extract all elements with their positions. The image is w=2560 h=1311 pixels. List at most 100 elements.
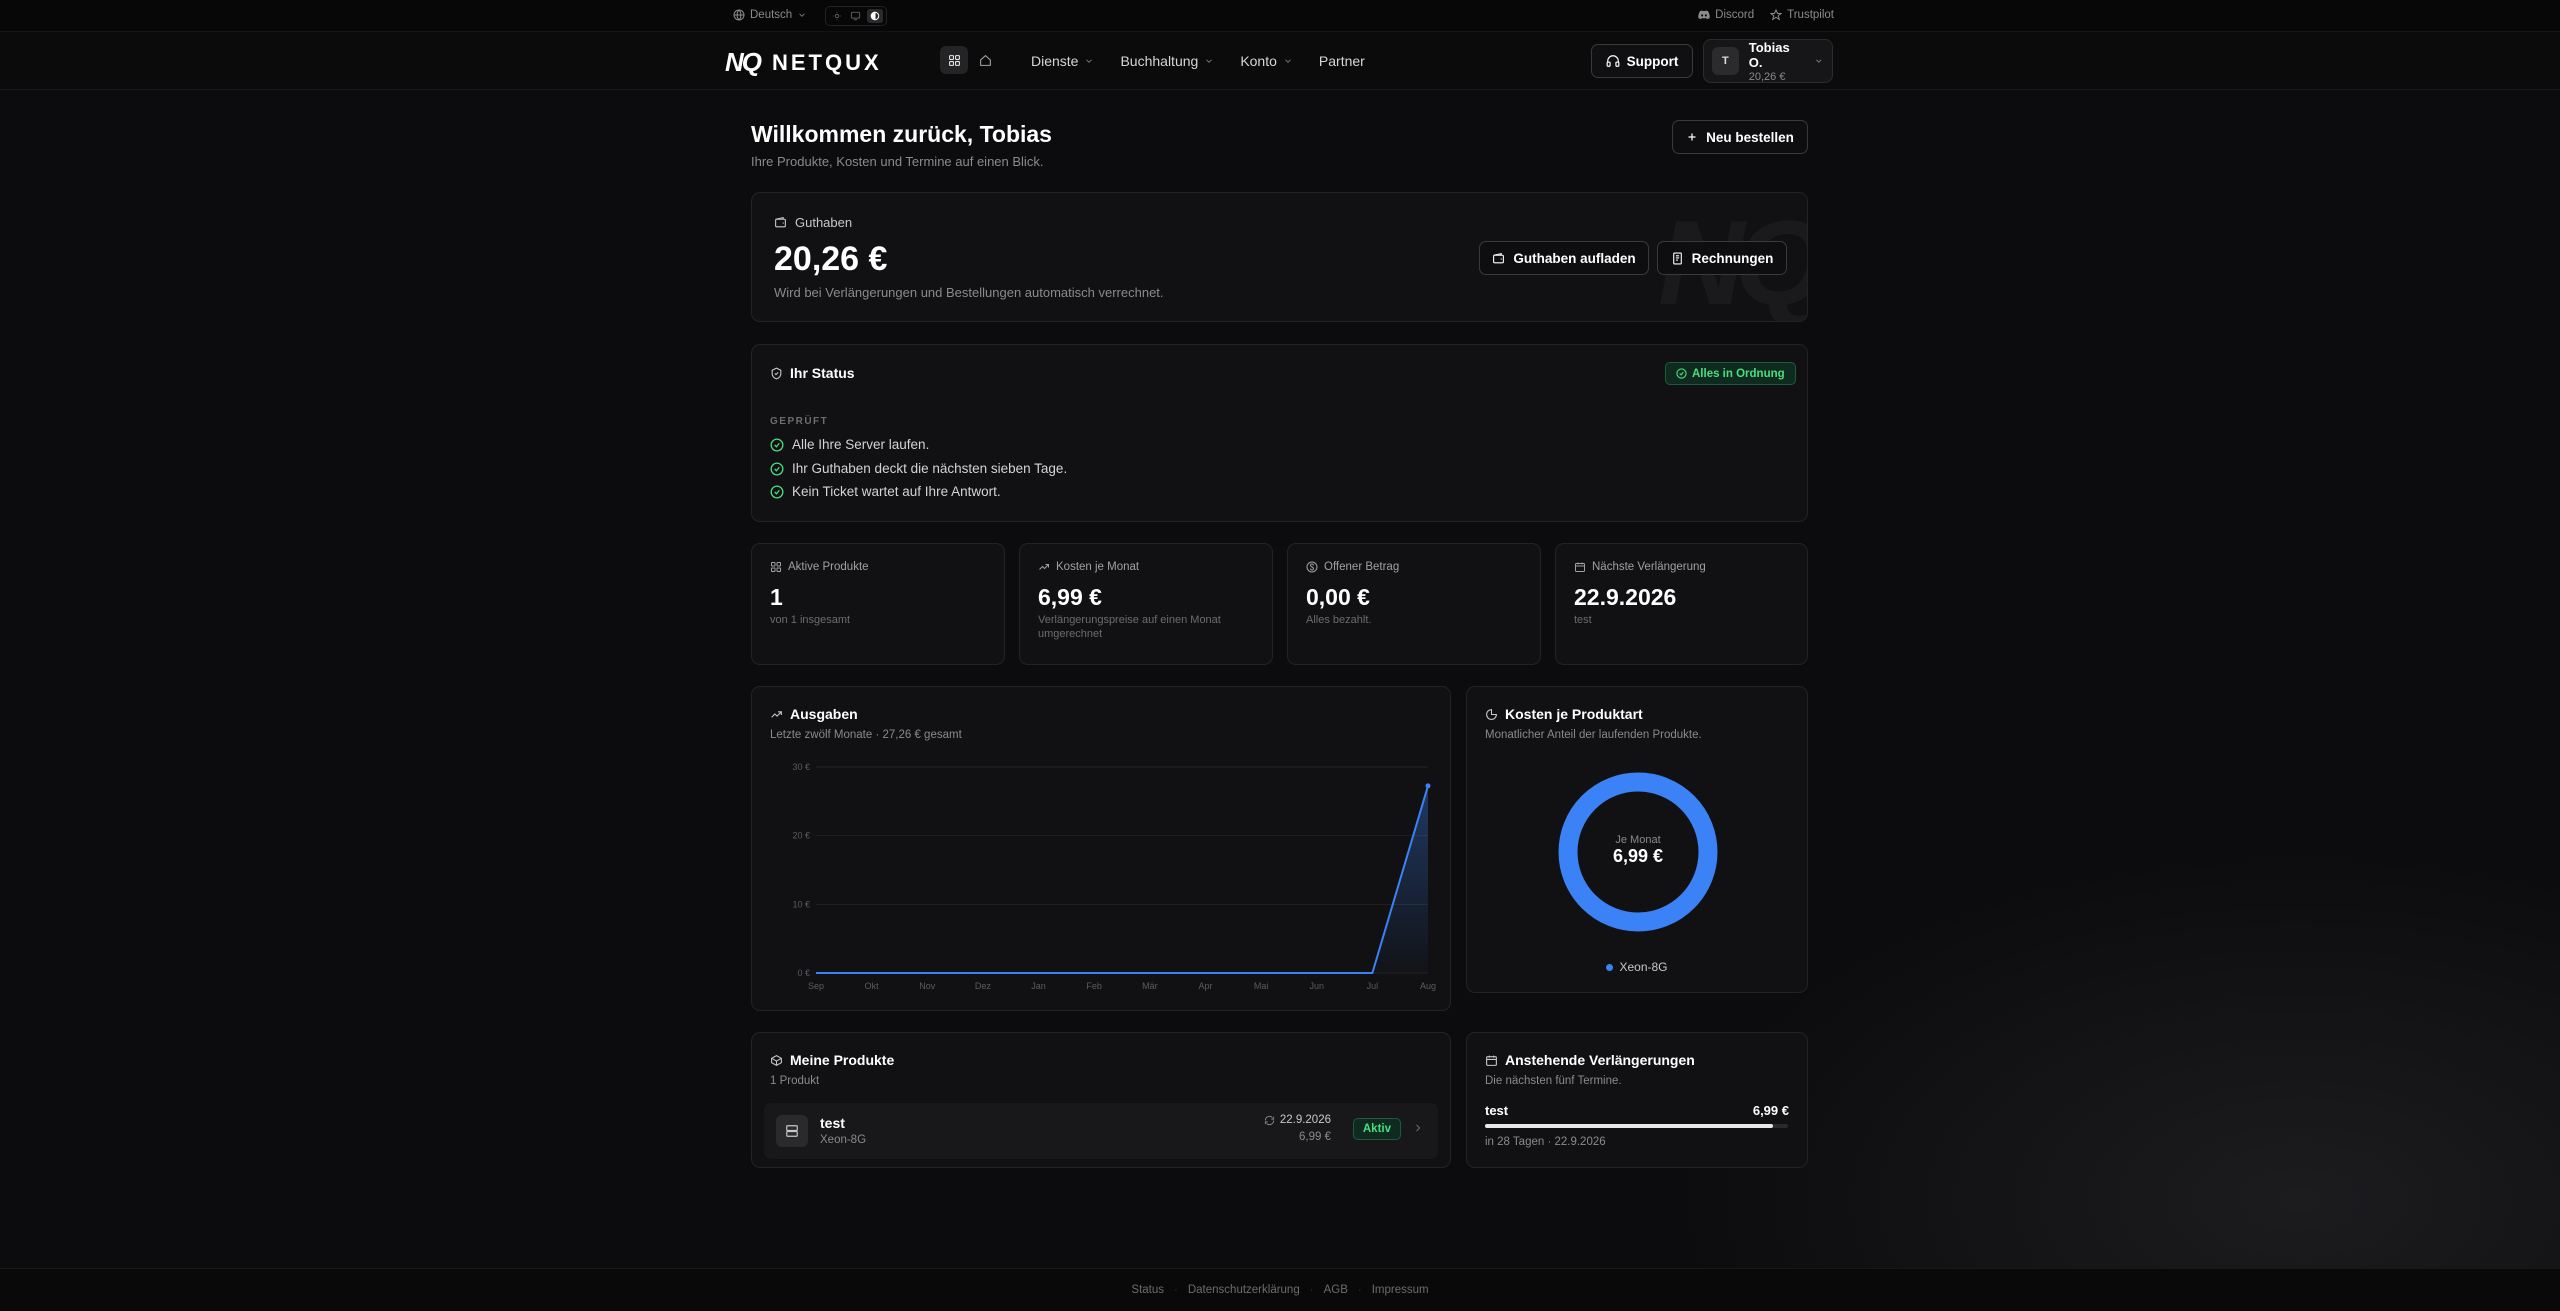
balance-card: NQ Guthaben 20,26 € Wird bei Verlängerun… [751, 192, 1808, 322]
series-area [816, 785, 1428, 973]
user-menu-button[interactable]: T Tobias O. 20,26 € [1703, 39, 1833, 83]
check-circle-icon [1676, 368, 1687, 379]
stat-card-active-products: Aktive Produkte 1 von 1 insgesamt [751, 543, 1005, 665]
check-text: Alle Ihre Server laufen. [792, 437, 930, 452]
donut-chart: Je Monat6,99 € [1558, 772, 1718, 932]
data-point [1425, 783, 1431, 789]
discord-link[interactable]: Discord [1698, 9, 1754, 21]
stat-note: test [1574, 614, 1592, 626]
x-tick-label: Apr [1198, 981, 1212, 991]
page-title: Willkommen zurück, Tobias [751, 121, 1052, 147]
status-badge-text: Alles in Ordnung [1692, 367, 1785, 380]
donut-center-label: Je Monat [1615, 834, 1660, 846]
support-label: Support [1626, 53, 1679, 69]
logo-mark: NQ [725, 47, 762, 77]
products-count: 1 Produkt [770, 1075, 820, 1087]
invoices-button[interactable]: Rechnungen [1657, 241, 1787, 275]
grid-icon [948, 54, 960, 66]
balance-label: Guthaben [774, 215, 852, 230]
renewal-name: test [1485, 1103, 1509, 1118]
y-tick-label: 20 € [792, 831, 810, 841]
sun-icon[interactable] [829, 9, 845, 23]
check-circle-icon [770, 438, 784, 451]
check-item: Ihr Guthaben deckt die nächsten sieben T… [770, 461, 1067, 476]
star-icon [1770, 9, 1783, 21]
new-order-button[interactable]: Neu bestellen [1672, 120, 1808, 154]
x-tick-label: Mai [1254, 981, 1269, 991]
chevron-down-icon [1285, 59, 1291, 63]
series-line [816, 785, 1429, 974]
stat-label-text: Aktive Produkte [788, 561, 869, 573]
legend-label: Xeon-8G [1619, 960, 1668, 974]
check-text: Ihr Guthaben deckt die nächsten sieben T… [792, 461, 1068, 476]
spending-chart: 0 € 10 € 20 € 30 € Sep Okt Nov Dez Jan Feb Mär Apr M… [792, 762, 1436, 991]
nav-item-label: Partner [1318, 53, 1365, 69]
receipt-icon [1672, 252, 1682, 264]
balance-label-text: Guthaben [795, 215, 853, 230]
donut-center-value: 6,99 € [1613, 846, 1663, 866]
new-order-label: Neu bestellen [1706, 129, 1794, 145]
nav-item-konto[interactable]: Konto [1240, 53, 1293, 69]
avatar: T [1712, 47, 1739, 75]
package-icon [771, 1054, 782, 1066]
nav-item-label: Buchhaltung [1120, 53, 1199, 69]
top-strip: Deutsch Discord Trustpilot [0, 0, 2560, 32]
product-renewal-date: 22.9.2026 [1264, 1114, 1331, 1126]
footer-link-status[interactable]: Status [1121, 1284, 1174, 1296]
home-icon [979, 54, 991, 66]
y-tick-label: 0 € [797, 968, 810, 978]
renewal-progress [1485, 1124, 1788, 1128]
nav-item-label: Dienste [1031, 53, 1079, 69]
status-badge: Alles in Ordnung [1665, 362, 1796, 385]
products-card: Meine Produkte 1 Produkt test Xeon-8G 22… [751, 1032, 1451, 1168]
nav-item-dienste[interactable]: Dienste [1031, 53, 1094, 69]
topup-button[interactable]: Guthaben aufladen [1479, 241, 1649, 275]
x-tick-label: Jan [1031, 981, 1046, 991]
discord-label: Discord [1715, 9, 1755, 21]
coin-icon [1306, 561, 1318, 573]
footer-link-terms[interactable]: AGB [1314, 1284, 1358, 1296]
dashboard-button[interactable] [940, 46, 968, 74]
main-nav: NQ NETQUX Dienste Buchhaltung Konto Part… [0, 32, 2560, 90]
refresh-icon [1264, 1115, 1274, 1125]
check-item: Alle Ihre Server laufen. [770, 437, 929, 452]
wallet-icon [1493, 252, 1505, 263]
stat-value: 22.9.2026 [1574, 584, 1677, 610]
logo[interactable]: NQ NETQUX [725, 47, 882, 78]
check-circle-icon [770, 462, 784, 475]
monitor-icon[interactable] [848, 9, 864, 23]
support-button[interactable]: Support [1591, 44, 1693, 78]
moon-icon[interactable] [866, 9, 883, 23]
renewals-card: Anstehende Verlängerungen Die nächsten f… [1466, 1032, 1808, 1168]
nav-menu: Dienste Buchhaltung Konto Partner [1031, 53, 1365, 69]
trustpilot-link[interactable]: Trustpilot [1770, 9, 1834, 21]
chevron-right-icon [1416, 1124, 1421, 1132]
products-title-text: Meine Produkte [790, 1052, 895, 1068]
product-price: 6,99 € [1299, 1131, 1331, 1143]
product-name: test [820, 1115, 845, 1131]
renewal-progress-fill [1485, 1124, 1773, 1128]
user-name: Tobias O. [1748, 39, 1790, 70]
check-item: Kein Ticket wartet auf Ihre Antwort. [770, 484, 1001, 499]
plus-icon [1688, 133, 1696, 141]
home-button[interactable] [971, 46, 999, 74]
chart-legend: Xeon-8G [1467, 960, 1807, 974]
nav-item-buchhaltung[interactable]: Buchhaltung [1120, 53, 1214, 69]
x-tick-label: Feb [1086, 981, 1102, 991]
stat-label: Nächste Verlängerung [1574, 561, 1706, 573]
footer-link-imprint[interactable]: Impressum [1362, 1284, 1439, 1296]
shield-icon [771, 366, 782, 379]
footer-link-privacy[interactable]: Datenschutzerklärung [1178, 1284, 1310, 1296]
check-text: Kein Ticket wartet auf Ihre Antwort. [792, 484, 1001, 499]
footer: Status · Datenschutzerklärung · AGB · Impre… [0, 1268, 2560, 1311]
checked-label: GEPRÜFT [770, 416, 829, 427]
nav-item-partner[interactable]: Partner [1319, 53, 1365, 69]
status-badge: Aktiv [1352, 1118, 1401, 1140]
stat-label: Offener Betrag [1306, 561, 1399, 573]
product-row[interactable]: test Xeon-8G 22.9.2026 6,99 € Aktiv [764, 1103, 1438, 1159]
renewal-price: 6,99 € [1752, 1103, 1789, 1118]
invoices-label: Rechnungen [1691, 250, 1774, 266]
topup-label: Guthaben aufladen [1513, 250, 1636, 266]
calendar-icon [1486, 1055, 1497, 1066]
language-selector[interactable]: Deutsch [733, 9, 807, 21]
